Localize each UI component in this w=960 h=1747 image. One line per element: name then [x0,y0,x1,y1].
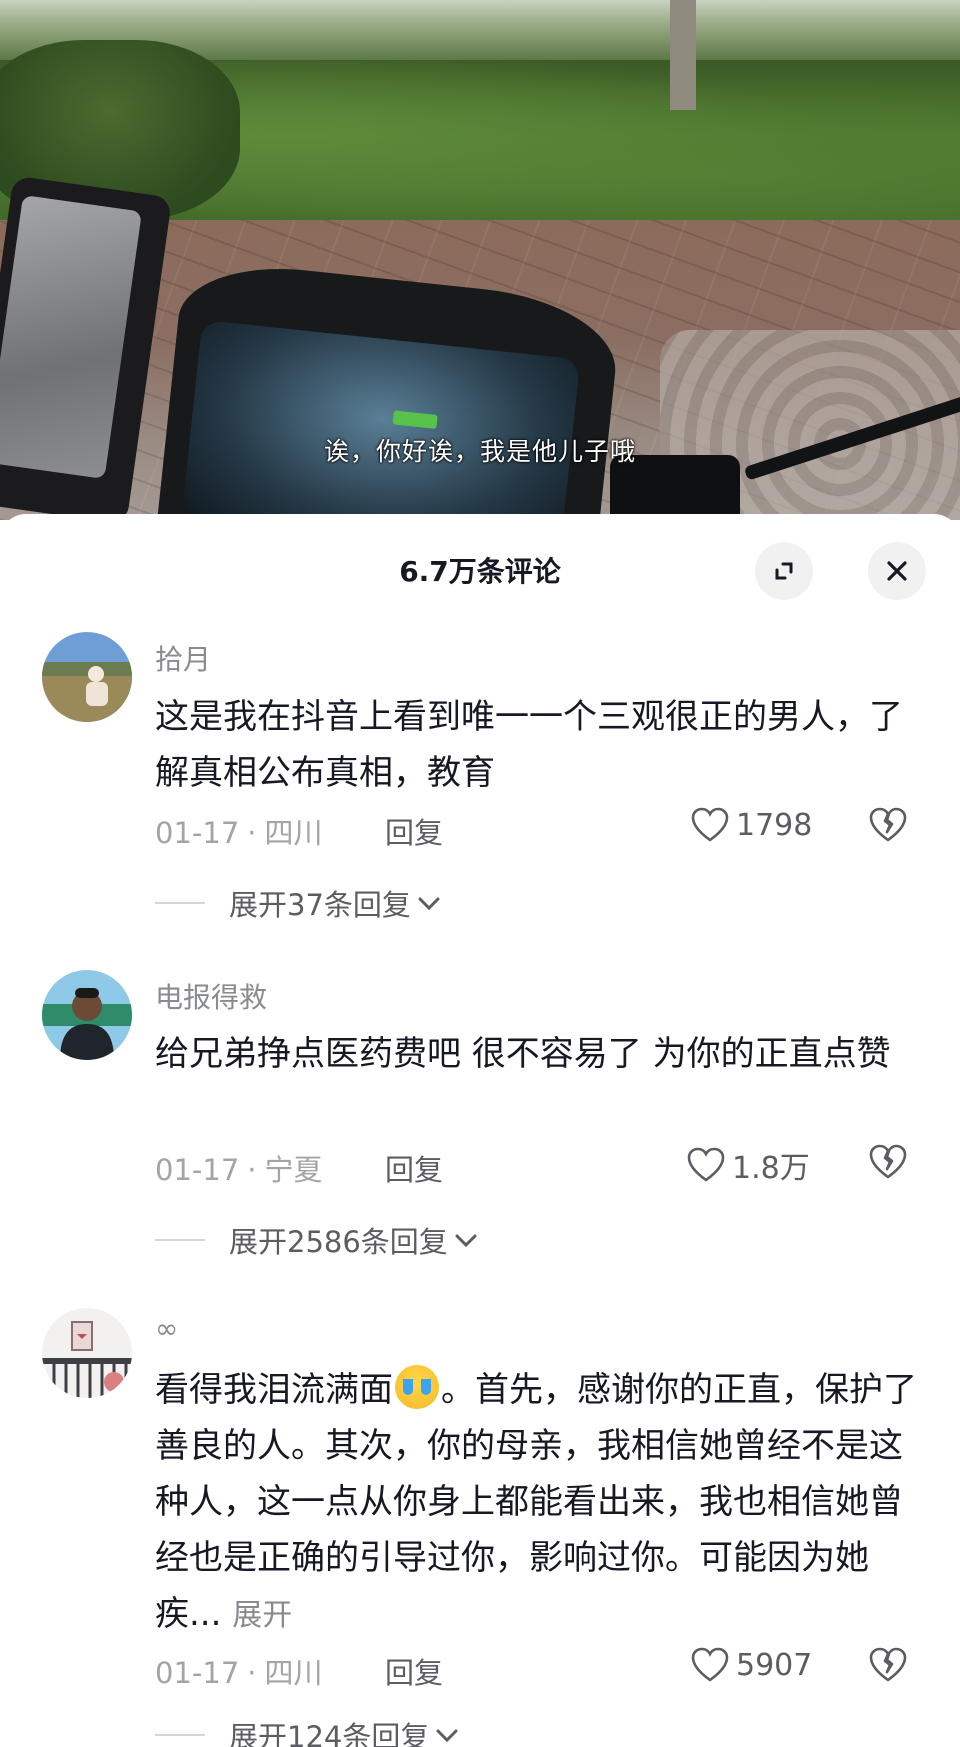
divider-line [155,1734,205,1736]
comment-text: 给兄弟挣点医药费吧 很不容易了 为你的正直点赞 [155,1034,891,1074]
expand-replies-button[interactable]: 展开124条回复 [155,1714,461,1747]
chevron-down-icon [455,1234,477,1248]
broken-heart-icon [869,807,907,842]
like-button[interactable]: 5907 [690,1646,812,1684]
avatar[interactable] [42,1308,132,1398]
heart-icon [691,807,729,842]
expand-replies-label: 展开2586条回复 [229,1225,448,1259]
chevron-down-icon [436,1729,458,1743]
like-count: 1798 [736,807,813,843]
comment-location: 四川 [264,1656,323,1690]
avatar[interactable] [42,632,132,722]
broken-heart-icon [869,1144,907,1179]
background-tree [670,0,696,110]
broken-heart-icon [869,1647,907,1682]
dislike-button[interactable] [868,1646,908,1688]
expand-replies-label: 展开37条回复 [229,888,411,922]
comment-text: 这是我在抖音上看到唯一一个三观很正的男人，了解真相公布真相，教育 [155,697,903,793]
crying-face-icon [395,1365,439,1409]
close-icon [887,561,907,581]
reply-button[interactable]: 回复 [385,810,443,852]
video-subtitle: 诶，你好诶，我是他儿子哦 [323,437,636,466]
avatar[interactable] [42,970,132,1060]
like-count: 1.8万 [732,1151,810,1186]
comment-text-part: 看得我泪流满面 [155,1370,393,1410]
expand-replies-button[interactable]: 展开2586条回复 [155,1219,480,1261]
comment-date: 01-17 [155,1153,240,1187]
expand-replies-button[interactable]: 展开37条回复 [155,882,443,924]
video-player[interactable]: 诶，你好诶，我是他儿子哦 [0,0,960,520]
dislike-button[interactable] [868,1143,908,1185]
comments-sheet: 6.7万条评论 拾月 这是我在抖音上看到唯一一个三观很正的男人，了解真相公布真相… [0,514,960,1747]
comments-count-title: 6.7万条评论 [399,555,561,588]
chevron-down-icon [418,897,440,911]
battery-indicator-icon [392,410,438,429]
comment-meta: 01-17 · 四川 [155,1656,323,1690]
reply-button[interactable]: 回复 [385,1650,443,1692]
comment-meta: 01-17 · 四川 [155,816,323,850]
expand-arrows-icon [775,562,793,580]
heart-icon [691,1647,729,1682]
divider-line [155,902,205,904]
comment-date: 01-17 [155,816,240,850]
dislike-button[interactable] [868,806,908,848]
dashboard-display [181,319,581,520]
comment-username[interactable]: 电报得救 [155,976,267,1016]
comment-username[interactable]: ∞ [155,1312,178,1345]
comment-meta: 01-17 · 宁夏 [155,1153,323,1187]
comment-date: 01-17 [155,1656,240,1690]
like-button[interactable]: 1.8万 [686,1143,810,1187]
comment-username[interactable]: 拾月 [155,638,211,678]
comment-location: 四川 [264,816,323,850]
heart-icon [687,1147,725,1182]
reply-button[interactable]: 回复 [385,1147,443,1189]
show-more-button[interactable]: 展开 [232,1598,292,1633]
like-count: 5907 [736,1647,813,1683]
comment-text: 看得我泪流满面 。首先，感谢你的正直，保护了善良的人。其次，你的母亲，我相信她曾经… [155,1362,925,1644]
like-button[interactable]: 1798 [690,806,812,844]
comment-location: 宁夏 [264,1153,323,1187]
expand-replies-label: 展开124条回复 [229,1720,430,1747]
close-button[interactable] [868,542,926,600]
divider-line [155,1239,205,1241]
expand-button[interactable] [755,542,813,600]
